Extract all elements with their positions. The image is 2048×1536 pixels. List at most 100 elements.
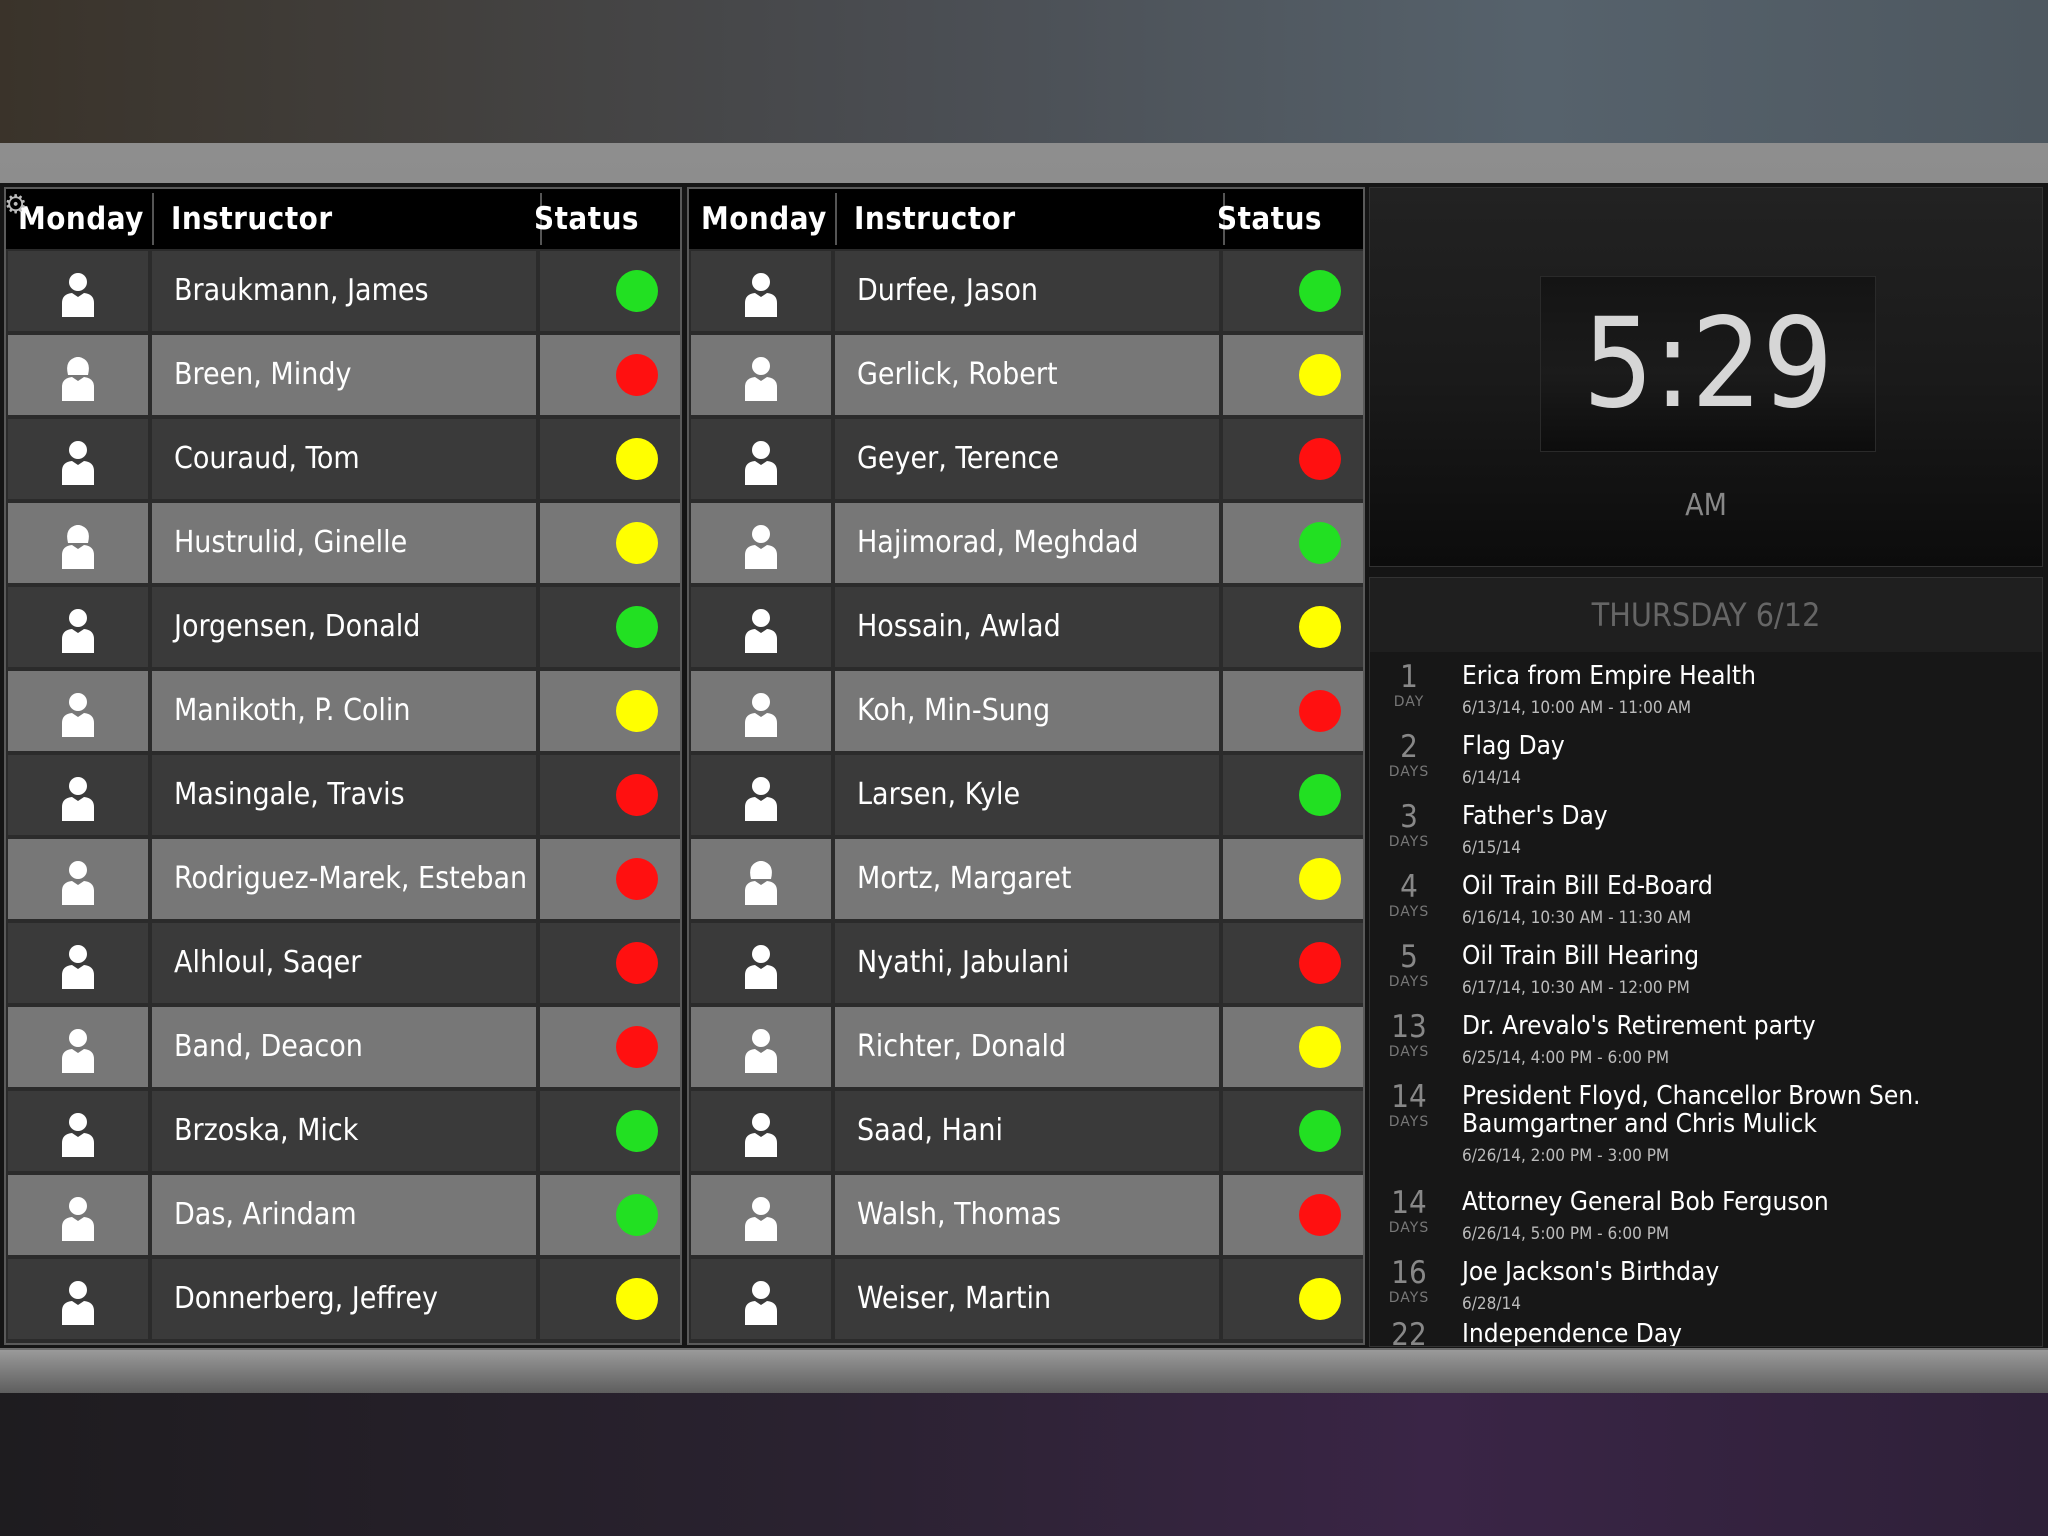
person-icon <box>60 1279 96 1325</box>
status-indicator-icon <box>1299 270 1341 312</box>
table-row[interactable]: Braukmann, James <box>8 251 680 333</box>
instructor-name: Rodriguez-Marek, Esteban <box>174 861 528 896</box>
table-row[interactable]: Jorgensen, Donald <box>8 587 680 669</box>
table-header: Monday Instructor Status <box>689 189 1363 249</box>
avatar-cell <box>691 503 831 583</box>
person-icon <box>60 439 96 485</box>
avatar-cell <box>8 1091 148 1171</box>
table-row[interactable]: Couraud, Tom <box>8 419 680 501</box>
instructor-cell: Couraud, Tom <box>152 419 536 499</box>
instructor-name: Braukmann, James <box>174 273 429 308</box>
event-datetime: 6/26/14, 5:00 PM - 6:00 PM <box>1462 1224 1670 1244</box>
person-icon <box>743 439 779 485</box>
instructor-name: Saad, Hani <box>857 1113 1003 1148</box>
instructor-cell: Geyer, Terence <box>835 419 1219 499</box>
instructor-name: Larsen, Kyle <box>857 777 1021 812</box>
person-icon <box>743 943 779 989</box>
status-indicator-icon <box>616 522 658 564</box>
instructor-name: Geyer, Terence <box>857 441 1059 476</box>
avatar-cell <box>691 839 831 919</box>
table-row[interactable]: Rodriguez-Marek, Esteban <box>8 839 680 921</box>
instructor-cell: Hossain, Awlad <box>835 587 1219 667</box>
status-cell <box>540 755 680 835</box>
table-row[interactable]: Nyathi, Jabulani <box>691 923 1363 1005</box>
status-cell <box>540 1091 680 1171</box>
status-indicator-icon <box>1299 942 1341 984</box>
table-row[interactable]: Das, Arindam <box>8 1175 680 1257</box>
table-row[interactable]: Saad, Hani <box>691 1091 1363 1173</box>
person-icon <box>60 775 96 821</box>
avatar-cell <box>691 1091 831 1171</box>
status-indicator-icon <box>616 438 658 480</box>
avatar-cell <box>691 755 831 835</box>
calendar-widget: THURSDAY 6/12 1 DAY Erica from Empire Heal… <box>1369 577 2043 1347</box>
status-indicator-icon <box>1299 1026 1341 1068</box>
event-title: Flag Day <box>1462 731 1565 761</box>
instructor-cell: Durfee, Jason <box>835 251 1219 331</box>
table-row[interactable]: Durfee, Jason <box>691 251 1363 333</box>
instructor-name: Koh, Min-Sung <box>857 693 1051 728</box>
days-until-count: 1 <box>1400 659 1418 695</box>
table-row[interactable]: Hajimorad, Meghdad <box>691 503 1363 585</box>
days-until-unit: DAYS <box>1388 974 1430 990</box>
table-row[interactable]: Masingale, Travis <box>8 755 680 837</box>
status-cell <box>1223 1259 1363 1339</box>
status-indicator-icon <box>616 1110 658 1152</box>
table-row[interactable]: Mortz, Margaret <box>691 839 1363 921</box>
instructor-cell: Alhloul, Saqer <box>152 923 536 1003</box>
status-indicator-icon <box>616 942 658 984</box>
header-day: Monday <box>701 201 827 237</box>
person-icon <box>60 355 96 401</box>
table-row[interactable]: Geyer, Terence <box>691 419 1363 501</box>
table-row[interactable]: Alhloul, Saqer <box>8 923 680 1005</box>
table-row[interactable]: Weiser, Martin <box>691 1259 1363 1341</box>
status-cell <box>1223 1175 1363 1255</box>
clock-face: 5:29 <box>1540 276 1876 452</box>
instructor-name: Jorgensen, Donald <box>174 609 421 644</box>
status-cell <box>540 671 680 751</box>
table-row[interactable]: Richter, Donald <box>691 1007 1363 1089</box>
table-row[interactable]: Band, Deacon <box>8 1007 680 1089</box>
instructor-name: Band, Deacon <box>174 1029 363 1064</box>
table-row[interactable]: Gerlick, Robert <box>691 335 1363 417</box>
status-cell <box>1223 1091 1363 1171</box>
avatar-cell <box>8 587 148 667</box>
table-row[interactable]: Larsen, Kyle <box>691 755 1363 837</box>
gear-icon[interactable]: ⚙ <box>4 192 30 218</box>
background-bottom <box>0 1390 2048 1536</box>
table-row[interactable]: Manikoth, P. Colin <box>8 671 680 753</box>
status-indicator-icon <box>616 690 658 732</box>
instructor-cell: Breen, Mindy <box>152 335 536 415</box>
instructor-name: Das, Arindam <box>174 1197 357 1232</box>
days-until-unit: DAYS <box>1388 904 1430 920</box>
avatar-cell <box>8 839 148 919</box>
table-row[interactable]: Donnerberg, Jeffrey <box>8 1259 680 1341</box>
status-cell <box>540 335 680 415</box>
table-row[interactable]: Walsh, Thomas <box>691 1175 1363 1257</box>
event-datetime: 6/26/14, 2:00 PM - 3:00 PM <box>1462 1146 1670 1166</box>
status-cell <box>540 587 680 667</box>
event-datetime: 6/28/14 <box>1462 1294 1521 1314</box>
roster-table-left: Monday Instructor Status Braukmann, Jame… <box>4 187 682 1345</box>
days-until-count: 5 <box>1400 939 1418 975</box>
days-until-count: 3 <box>1400 799 1418 835</box>
table-row[interactable]: Hustrulid, Ginelle <box>8 503 680 585</box>
person-icon <box>743 355 779 401</box>
table-row[interactable]: Hossain, Awlad <box>691 587 1363 669</box>
event-title: President Floyd, Chancellor Brown Sen. B… <box>1462 1081 1921 1139</box>
table-row[interactable]: Koh, Min-Sung <box>691 671 1363 753</box>
instructor-cell: Mortz, Margaret <box>835 839 1219 919</box>
person-icon <box>60 691 96 737</box>
days-until-unit: DAYS <box>1388 1044 1430 1060</box>
table-row[interactable]: Brzoska, Mick <box>8 1091 680 1173</box>
status-indicator-icon <box>1299 606 1341 648</box>
event-title: Oil Train Bill Ed-Board <box>1462 871 1713 901</box>
person-icon <box>743 1279 779 1325</box>
table-row[interactable]: Breen, Mindy <box>8 335 680 417</box>
avatar-cell <box>691 1175 831 1255</box>
instructor-cell: Rodriguez-Marek, Esteban <box>152 839 536 919</box>
instructor-cell: Larsen, Kyle <box>835 755 1219 835</box>
status-cell <box>1223 587 1363 667</box>
event-datetime: 6/14/14 <box>1462 768 1521 788</box>
person-icon <box>60 1111 96 1157</box>
